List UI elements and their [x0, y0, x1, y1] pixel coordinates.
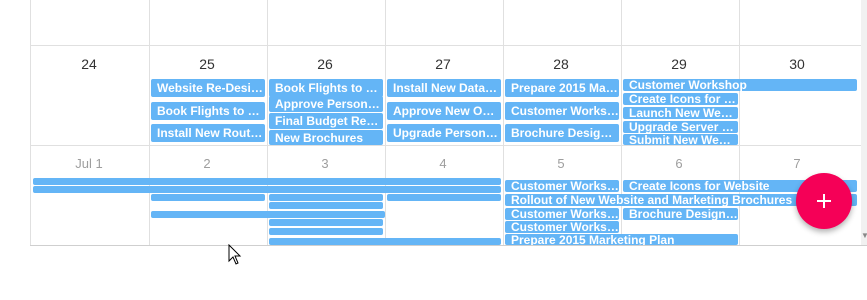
day-number[interactable]: 24 [30, 56, 148, 72]
calendar-event[interactable]: Customer Workshop [505, 221, 619, 233]
calendar-event[interactable]: Install New Database [387, 79, 501, 97]
day-number[interactable]: 6 [620, 156, 738, 172]
calendar-event-collapsed[interactable] [269, 238, 501, 245]
calendar-event-collapsed[interactable] [269, 228, 383, 235]
calendar-event[interactable]: Book Flights to San Fran for Sales Trip [151, 102, 265, 120]
calendar-event-collapsed[interactable] [387, 194, 501, 201]
grid-line [149, 0, 150, 245]
calendar-event-collapsed[interactable] [151, 194, 265, 201]
calendar-event-collapsed[interactable] [33, 178, 501, 185]
calendar-event[interactable]: Customer Workshop [505, 180, 619, 192]
calendar-event[interactable]: Submit New Website Design [623, 134, 738, 145]
grid-line [385, 0, 386, 245]
day-number[interactable]: 2 [148, 156, 266, 172]
calendar-event[interactable]: Approve Personal Computer Upgrade Plan [269, 96, 383, 112]
grid-line [30, 145, 867, 146]
day-number[interactable]: 30 [738, 56, 856, 72]
grid-line [739, 0, 740, 245]
calendar-event[interactable]: Brochure Design Review [623, 208, 738, 220]
arrow-cursor-icon [228, 244, 242, 265]
calendar-event[interactable]: Launch New Website [623, 107, 738, 119]
day-number[interactable]: 26 [266, 56, 384, 72]
day-number[interactable]: 27 [384, 56, 502, 72]
day-number[interactable]: 29 [620, 56, 738, 72]
grid-line [30, 45, 867, 46]
calendar-event-collapsed[interactable] [151, 211, 385, 218]
calendar-event-collapsed[interactable] [33, 186, 501, 193]
calendar-event[interactable]: Customer Workshop [505, 102, 619, 120]
calendar-event[interactable]: Create Icons for Website [623, 93, 738, 105]
calendar-event-collapsed[interactable] [269, 219, 383, 226]
calendar-event[interactable]: Book Flights to San Fran for Sales Trip [269, 79, 383, 97]
calendar-event[interactable]: Upgrade Personal Computers [387, 124, 501, 142]
scroll-down-arrow-icon[interactable]: ▼ [861, 231, 867, 241]
calendar-event[interactable]: Brochure Design Review [505, 124, 619, 142]
calendar-event[interactable]: New Brochures [269, 130, 383, 145]
calendar-event[interactable]: Prepare 2015 Marketing Plan [505, 234, 738, 245]
day-number[interactable]: Jul 1 [30, 156, 148, 172]
vertical-scrollbar[interactable] [861, 0, 867, 245]
calendar-event[interactable]: Upgrade Server Hardware [623, 121, 738, 133]
calendar-event[interactable]: Prepare 2015 Marketing Plan [505, 79, 619, 97]
calendar-event[interactable]: Final Budget Review [269, 113, 383, 129]
calendar-month-view: 24 25 26 27 28 29 30 Website Re-Design P… [30, 0, 867, 246]
day-number[interactable]: 4 [384, 156, 502, 172]
grid-line [30, 0, 31, 245]
add-event-button[interactable] [796, 173, 852, 229]
calendar-event[interactable]: Customer Workshop [623, 79, 857, 91]
plus-icon [817, 194, 831, 208]
calendar-event-collapsed[interactable] [269, 194, 383, 201]
grid-line [503, 0, 504, 245]
day-number[interactable]: 28 [502, 56, 620, 72]
day-number[interactable]: 3 [266, 156, 384, 172]
calendar-event[interactable]: Install New Router in Dev Room [151, 124, 265, 142]
calendar-event[interactable]: Website Re-Design Plan [151, 79, 265, 97]
day-number[interactable]: 7 [738, 156, 856, 172]
day-number[interactable]: 5 [502, 156, 620, 172]
grid-line [621, 0, 622, 245]
grid-line [267, 0, 268, 245]
calendar-event[interactable]: Approve New Online Marketing Strategy [387, 102, 501, 120]
day-number[interactable]: 25 [148, 56, 266, 72]
calendar-event[interactable]: Customer Workshop [505, 208, 619, 220]
calendar-event-collapsed[interactable] [269, 202, 383, 209]
